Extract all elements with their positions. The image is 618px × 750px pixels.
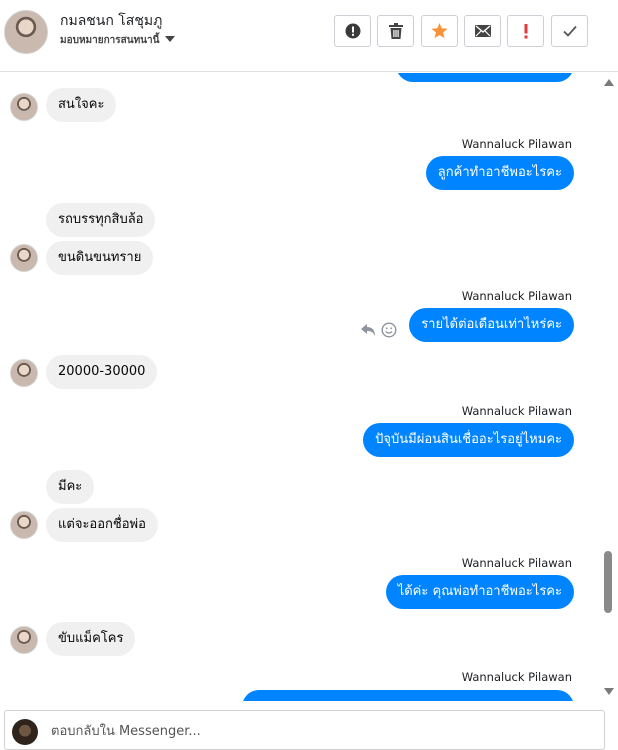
contact-avatar-small[interactable] <box>10 244 38 272</box>
caret-down-icon <box>165 36 176 42</box>
incoming-message-bubble[interactable]: 20000-30000 <box>46 355 158 389</box>
assign-conversation-label: มอบหมายการสนทนานี้ <box>60 35 160 46</box>
outgoing-message-bubble[interactable]: ได้ค่ะ คุณพ่อทำอาชีพอะไรคะ <box>385 575 574 609</box>
sender-name: Wannaluck Pilawan <box>461 404 572 418</box>
reply-input[interactable] <box>49 723 593 740</box>
contact-avatar-small[interactable] <box>10 93 38 121</box>
message-thread[interactable]: สนใจคะ Wannaluck Pilawan ลูกค้าทำอาชีพอะ… <box>0 73 600 701</box>
incoming-message-bubble[interactable]: สนใจคะ <box>46 88 117 122</box>
outgoing-message-bubble[interactable]: รายได้ต่อเดือนเท่าไหร่คะ <box>409 308 574 342</box>
contact-avatar-small[interactable] <box>10 626 38 654</box>
exclamation-icon <box>524 24 527 39</box>
reply-composer <box>4 710 605 750</box>
outgoing-message-bubble-partial[interactable] <box>396 73 574 82</box>
scroll-up-arrow-icon[interactable] <box>604 79 614 86</box>
emoji-icon[interactable] <box>381 322 397 338</box>
outgoing-message-bubble[interactable]: ลูกค้าทำอาชีพอะไรคะ <box>425 156 574 190</box>
conversation-header: กมลชนก โสชุมภู มอบหมายการสนทนานี้ <box>0 0 618 72</box>
sender-name: Wannaluck Pilawan <box>461 670 572 684</box>
delete-button[interactable] <box>377 15 414 47</box>
star-icon <box>431 23 448 39</box>
envelope-icon <box>474 25 491 37</box>
trash-icon <box>388 23 403 39</box>
incoming-message-bubble[interactable]: รถบรรทุกสิบล้อ <box>46 203 156 237</box>
contact-avatar-small[interactable] <box>10 511 38 539</box>
alert-circle-icon <box>345 23 360 39</box>
scrollbar-thumb[interactable] <box>604 551 612 613</box>
reply-icon[interactable] <box>361 324 375 336</box>
outgoing-message-bubble[interactable]: ปัจุบันมีผ่อนสินเชื่ออะไรอยู่ไหมคะ <box>363 423 574 457</box>
star-button[interactable] <box>421 15 458 47</box>
follow-up-button[interactable] <box>507 15 544 47</box>
page-avatar <box>12 719 38 745</box>
incoming-message-bubble[interactable]: แต่จะออกชื่อพ่อ <box>46 508 158 542</box>
scrollbar[interactable] <box>600 73 618 701</box>
outgoing-message-bubble-partial[interactable] <box>242 690 574 701</box>
scroll-down-arrow-icon[interactable] <box>604 688 614 695</box>
check-icon <box>562 25 577 37</box>
incoming-message-bubble[interactable]: ขับแม็คโคร <box>46 622 136 656</box>
sender-name: Wannaluck Pilawan <box>461 289 572 303</box>
mark-unread-button[interactable] <box>464 15 501 47</box>
mark-spam-button[interactable] <box>334 15 371 47</box>
message-actions <box>360 321 398 343</box>
contact-avatar-small[interactable] <box>10 359 38 387</box>
contact-name[interactable]: กมลชนก โสชุมภู <box>60 10 162 32</box>
contact-avatar[interactable] <box>4 10 48 54</box>
incoming-message-bubble[interactable]: ขนดินขนทราย <box>46 241 154 275</box>
sender-name: Wannaluck Pilawan <box>461 556 572 570</box>
incoming-message-bubble[interactable]: มีคะ <box>46 470 95 504</box>
sender-name: Wannaluck Pilawan <box>461 137 572 151</box>
mark-done-button[interactable] <box>551 15 588 47</box>
assign-conversation-dropdown[interactable]: มอบหมายการสนทนานี้ <box>60 33 176 48</box>
